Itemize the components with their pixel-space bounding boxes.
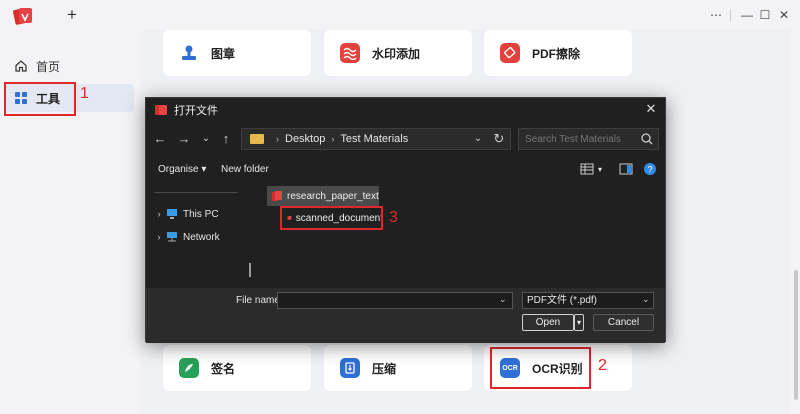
new-tab-button[interactable]: + [63, 4, 81, 26]
annotation-box-2 [490, 347, 591, 389]
pane-splitter[interactable] [249, 263, 251, 277]
svg-text:?: ? [647, 165, 652, 175]
divider [154, 192, 238, 193]
tool-card-label: 水印添加 [372, 46, 421, 61]
sidebar-item-label: 首页 [36, 59, 61, 74]
pdf-file-icon [272, 191, 282, 201]
file-type-select[interactable]: PDF文件 (*.pdf) [522, 292, 654, 309]
open-button[interactable]: Open [522, 314, 574, 331]
file-name-label: File name: [236, 295, 283, 306]
sidebar-item-home[interactable]: 首页 [4, 52, 134, 80]
tree-item-label: Network [183, 231, 220, 243]
scrollbar[interactable] [792, 30, 800, 414]
tool-card-compress[interactable]: 压缩 [324, 345, 472, 391]
help-icon[interactable]: ? [643, 162, 657, 176]
breadcrumb-desktop[interactable]: Desktop [285, 133, 325, 145]
tool-card-label: 图章 [211, 46, 236, 61]
tool-card-label: PDF擦除 [532, 46, 581, 61]
annotation-number-3: 3 [389, 209, 398, 226]
signature-icon [179, 358, 199, 378]
address-dropdown-button[interactable]: ⌄ [468, 128, 488, 150]
annotation-box-1 [4, 82, 76, 116]
tool-card-watermark[interactable]: 水印添加 [324, 30, 472, 76]
annotation-number-2: 2 [598, 357, 607, 374]
tree-item-this-pc[interactable]: › This PC [152, 205, 219, 223]
view-options-icon[interactable] [580, 162, 594, 176]
close-window-button[interactable]: ✕ [775, 5, 793, 25]
chevron-right-icon[interactable]: › [152, 209, 166, 219]
open-file-dialog: 打开文件 ✕ ← → ⌄ ↑ › Desktop › Test Material… [145, 97, 666, 343]
tree-item-label: This PC [183, 208, 219, 220]
recent-locations-button[interactable]: ⌄ [198, 130, 214, 148]
organise-menu[interactable]: Organise ▾ [158, 160, 206, 180]
network-icon [167, 232, 177, 242]
forward-button[interactable]: → [176, 130, 192, 148]
tool-card-label: 压缩 [372, 361, 397, 376]
compress-icon [340, 358, 360, 378]
minimize-button[interactable]: — [738, 5, 756, 25]
file-name: research_paper_text [287, 190, 379, 202]
search-icon[interactable] [640, 132, 654, 146]
breadcrumb-test-materials[interactable]: Test Materials [340, 133, 408, 145]
file-name-input[interactable] [277, 292, 513, 309]
chevron-down-icon[interactable]: ⌄ [642, 294, 650, 305]
annotation-box-3 [280, 206, 383, 230]
computer-icon [167, 209, 177, 219]
view-dropdown-button[interactable]: ▾ [598, 160, 602, 180]
up-button[interactable]: ↑ [218, 130, 234, 148]
cancel-button[interactable]: Cancel [593, 314, 654, 331]
chevron-down-icon[interactable]: ⌄ [499, 294, 507, 305]
breadcrumb-separator: › [276, 134, 279, 144]
more-options-button[interactable]: ⋯ [707, 5, 725, 25]
tool-card-signature[interactable]: 签名 [163, 345, 311, 391]
back-button[interactable]: ← [152, 130, 168, 148]
app-logo-icon [13, 8, 32, 25]
watermark-icon [340, 43, 360, 63]
scrollbar-thumb[interactable] [794, 270, 798, 400]
title-bar: + ⋯ — ☐ ✕ [0, 0, 800, 30]
tool-card-pdf-erase[interactable]: PDF擦除 [484, 30, 632, 76]
chevron-right-icon[interactable]: › [152, 232, 166, 242]
dialog-close-button[interactable]: ✕ [643, 101, 659, 117]
search-input[interactable] [518, 128, 659, 150]
breadcrumb-separator: › [331, 134, 335, 144]
open-options-button[interactable]: ▾ [574, 314, 584, 331]
preview-pane-icon[interactable] [619, 162, 633, 176]
home-icon [15, 60, 27, 72]
file-item-research-paper-text[interactable]: research_paper_text [267, 186, 379, 206]
eraser-icon [500, 43, 520, 63]
tree-item-network[interactable]: › Network [152, 228, 220, 246]
dialog-title-bar: 打开文件 [146, 98, 665, 122]
refresh-button[interactable]: ↻ [489, 128, 509, 150]
tool-card-label: 签名 [211, 361, 236, 376]
tool-card-stamp[interactable]: 图章 [163, 30, 311, 76]
folder-icon [250, 134, 264, 144]
app-logo-icon [155, 105, 167, 115]
dialog-title: 打开文件 [174, 105, 218, 117]
annotation-number-1: 1 [80, 85, 89, 102]
stamp-icon [179, 43, 199, 63]
maximize-button[interactable]: ☐ [756, 5, 774, 25]
divider [730, 9, 731, 21]
new-folder-button[interactable]: New folder [221, 160, 269, 180]
